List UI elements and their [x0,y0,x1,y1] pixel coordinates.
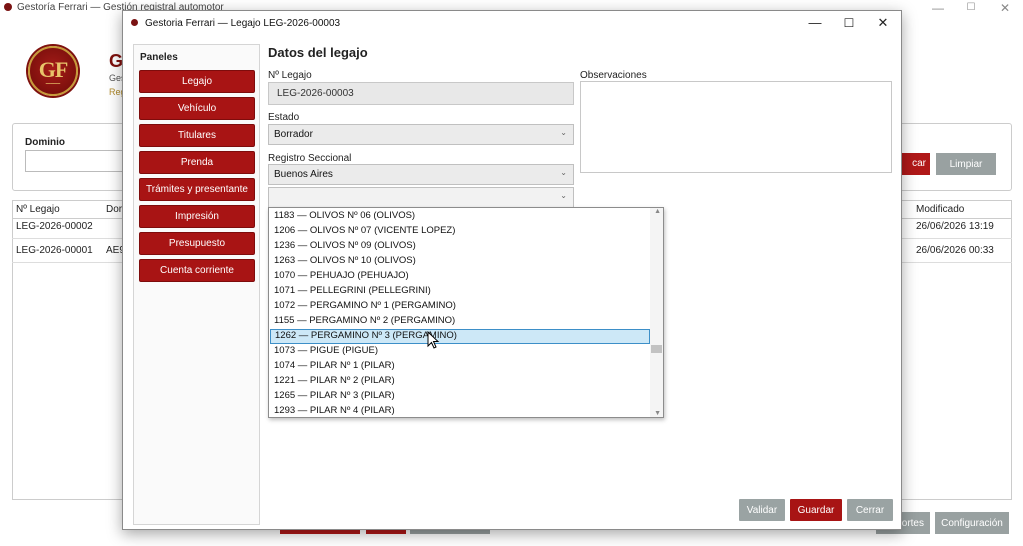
configuracion-button[interactable]: Configuración [935,512,1009,534]
dropdown-item[interactable]: 1155 — PERGAMINO Nº 2 (PERGAMINO) [270,314,650,329]
dropdown-item[interactable]: 1265 — PILAR Nº 3 (PILAR) [270,389,650,404]
main-close-button[interactable]: ✕ [990,0,1020,16]
logo-text: GF [38,57,69,82]
legajo-label: Nº Legajo [268,70,312,81]
dropdown-item[interactable]: 1072 — PERGAMINO Nº 1 (PERGAMINO) [270,299,650,314]
observaciones-textarea[interactable] [580,81,892,173]
buscar-button[interactable]: car [898,153,930,175]
table-row-modificado[interactable]: 26/06/2026 13:19 [916,221,994,232]
panel-vehiculo[interactable]: Vehículo [139,97,255,120]
dialog-close-button[interactable]: ✕ [866,11,900,35]
observaciones-label: Observaciones [580,70,647,81]
panels-sidebar: Paneles Legajo Vehículo Titulares Prenda… [133,44,260,525]
panel-tramites[interactable]: Trámites y presentante [139,178,255,201]
registro-provincia-select[interactable]: Buenos Aires ⌄ [268,164,574,185]
column-header-dominio[interactable]: Dor [106,204,122,215]
scrollbar-thumb[interactable] [651,345,662,353]
gestoria-logo: GF ━━━━━━ [28,46,78,96]
registro-seccional-select[interactable]: ⌄ [268,187,574,208]
registro-label: Registro Seccional [268,153,352,164]
dialog-title: Gestoria Ferrari — Legajo LEG-2026-00003 [145,18,341,29]
dropdown-item[interactable]: 1236 — OLIVOS Nº 09 (OLIVOS) [270,239,650,254]
dropdown-item[interactable]: 1074 — PILAR Nº 1 (PILAR) [270,359,650,374]
scroll-down-icon[interactable]: ▼ [654,410,661,417]
dropdown-item[interactable]: 1206 — OLIVOS Nº 07 (VICENTE LOPEZ) [270,224,650,239]
limpiar-button[interactable]: Limpiar [936,153,996,175]
cerrar-button[interactable]: Cerrar [847,499,893,521]
dominio-label: Dominio [25,137,65,148]
logo-decoration: ━━━━━━ [45,81,61,86]
column-header-legajo[interactable]: Nº Legajo [16,204,60,215]
panel-legajo[interactable]: Legajo [139,70,255,93]
panels-title: Paneles [140,52,178,63]
table-row-modificado[interactable]: 26/06/2026 00:33 [916,245,994,256]
dropdown-item[interactable]: 1183 — OLIVOS Nº 06 (OLIVOS) [270,209,650,224]
validar-button[interactable]: Validar [739,499,785,521]
column-header-modificado[interactable]: Modificado [916,204,964,215]
app-heading: G [109,51,124,71]
registro-dropdown-list[interactable]: 1183 — OLIVOS Nº 06 (OLIVOS) 1206 — OLIV… [268,207,664,418]
dropdown-item-selected[interactable]: 1262 — PERGAMINO Nº 3 (PERGAMINO) [270,329,650,344]
dialog-titlebar: Gestoria Ferrari — Legajo LEG-2026-00003… [123,11,901,37]
dropdown-item[interactable]: 1221 — PILAR Nº 2 (PILAR) [270,374,650,389]
registro-provincia-value: Buenos Aires [274,169,333,180]
estado-label: Estado [268,112,300,123]
estado-value: Borrador [274,129,313,140]
dialog-maximize-button[interactable]: ☐ [832,11,866,35]
table-row-legajo[interactable]: LEG-2026-00001 [16,245,93,256]
main-maximize-button[interactable]: ☐ [956,0,986,16]
mouse-cursor-icon [427,331,440,349]
scroll-up-icon[interactable]: ▲ [654,208,661,215]
dropdown-item[interactable]: 1073 — PIGUE (PIGUE) [270,344,650,359]
app-dot-icon [4,3,12,11]
legajo-dialog: Gestoria Ferrari — Legajo LEG-2026-00003… [122,10,902,530]
panel-titulares[interactable]: Titulares [139,124,255,147]
estado-select[interactable]: Borrador ⌄ [268,124,574,145]
dropdown-item[interactable]: 1071 — PELLEGRINI (PELLEGRINI) [270,284,650,299]
main-minimize-button[interactable]: — [923,0,953,16]
chevron-down-icon: ⌄ [560,168,567,177]
guardar-button[interactable]: Guardar [790,499,842,521]
legajo-field: LEG-2026-00003 [268,82,574,105]
section-title: Datos del legajo [268,45,368,60]
dropdown-item[interactable]: 1263 — OLIVOS Nº 10 (OLIVOS) [270,254,650,269]
dialog-minimize-button[interactable]: — [798,11,832,35]
panel-cuenta-corriente[interactable]: Cuenta corriente [139,259,255,282]
panel-presupuesto[interactable]: Presupuesto [139,232,255,255]
chevron-down-icon: ⌄ [560,128,567,137]
dropdown-item[interactable]: 1070 — PEHUAJO (PEHUAJO) [270,269,650,284]
panel-impresion[interactable]: Impresión [139,205,255,228]
dropdown-scrollbar[interactable]: ▲ ▼ [650,208,663,417]
chevron-down-icon: ⌄ [560,191,567,200]
panel-prenda[interactable]: Prenda [139,151,255,174]
dropdown-item[interactable]: 1293 — PILAR Nº 4 (PILAR) [270,404,650,417]
dominio-input[interactable] [25,150,135,172]
table-row-legajo[interactable]: LEG-2026-00002 [16,221,93,232]
dialog-dot-icon [131,19,138,26]
